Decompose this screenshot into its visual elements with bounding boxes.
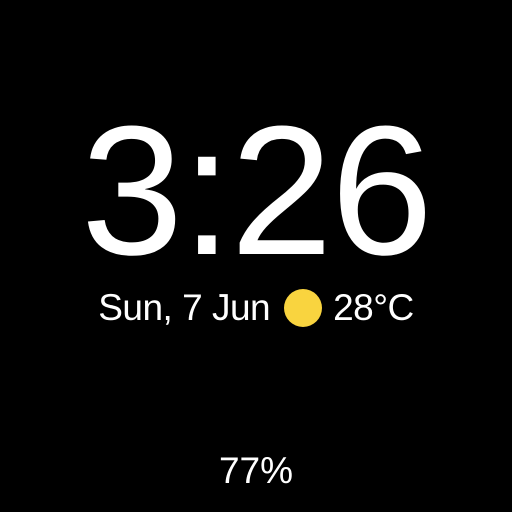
temperature-label: 28°C (333, 287, 414, 328)
date-label: Sun, 7 Jun (98, 287, 271, 328)
date-weather-row: Sun, 7 Jun 28°C (0, 284, 512, 332)
battery-level: 77% (218, 450, 294, 491)
sun-icon (284, 289, 323, 327)
clock-time: 3:26 (80, 87, 433, 293)
watch-face: 3:26 Sun, 7 Jun 28°C 77% (0, 0, 512, 512)
